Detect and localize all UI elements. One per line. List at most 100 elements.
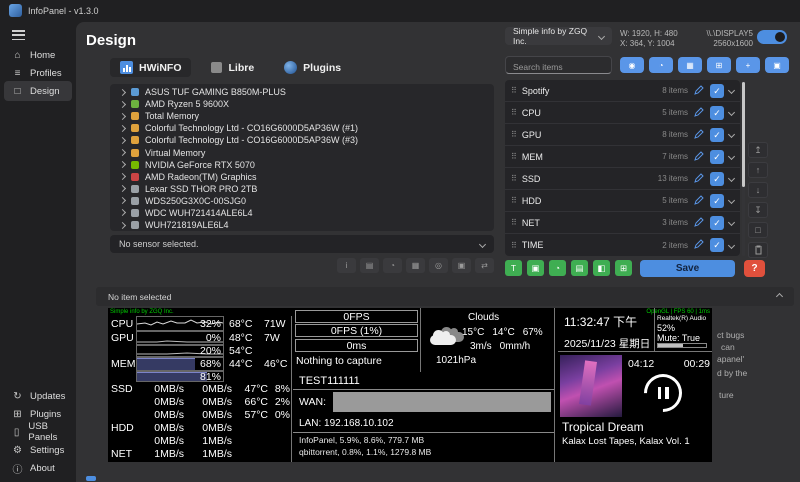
duplicate-button[interactable]: □	[748, 222, 768, 238]
visible-checkbox[interactable]: ✓	[710, 216, 724, 230]
chevron-down-icon[interactable]	[728, 175, 735, 182]
add-item-button[interactable]: ⊞	[707, 57, 731, 73]
move-button[interactable]: +	[736, 57, 760, 73]
drag-handle-icon[interactable]: ⠿	[511, 241, 517, 250]
add-text-button[interactable]: T	[505, 260, 522, 276]
sidebar-item-usb-panels[interactable]: ▯ USB Panels	[4, 422, 72, 442]
save-button[interactable]: Save	[640, 260, 735, 277]
drag-handle-icon[interactable]: ⠿	[511, 86, 517, 95]
horizontal-scrollbar[interactable]	[86, 476, 96, 481]
tree-row[interactable]: Virtual Memory	[110, 146, 494, 158]
chevron-down-icon[interactable]	[728, 197, 735, 204]
display-toggle[interactable]	[757, 30, 787, 44]
add-table-button[interactable]: ▤	[571, 260, 588, 276]
drag-handle-icon[interactable]: ⠿	[511, 218, 517, 227]
drag-handle-icon[interactable]: ⠿	[511, 152, 517, 161]
groups-scrollbar[interactable]	[742, 82, 745, 187]
delete-button[interactable]	[748, 242, 768, 258]
tree-row[interactable]: Total Memory	[110, 110, 494, 122]
preview-button[interactable]: ◉	[620, 57, 644, 73]
chevron-down-icon	[598, 32, 605, 39]
edit-icon[interactable]	[693, 104, 705, 122]
add-grid-button[interactable]: ⊞	[615, 260, 632, 276]
panel-preview[interactable]: Simple info by ZGQ Inc. OpenGL | FPS 60 …	[108, 308, 712, 462]
visible-checkbox[interactable]: ✓	[710, 128, 724, 142]
group-row-spotify[interactable]: ⠿ Spotify 8 items ✓	[505, 80, 740, 102]
chevron-down-icon[interactable]	[728, 241, 735, 248]
move-up-button[interactable]: ↑	[748, 162, 768, 178]
drag-handle-icon[interactable]: ⠿	[511, 196, 517, 205]
group-row-time[interactable]: ⠿ TIME 2 items ✓	[505, 234, 740, 256]
chevron-down-icon[interactable]	[728, 87, 735, 94]
visible-checkbox[interactable]: ✓	[710, 106, 724, 120]
table-item-button[interactable]: ▤	[360, 258, 379, 273]
chevron-down-icon[interactable]	[728, 153, 735, 160]
group-row-ssd[interactable]: ⠿ SSD 13 items ✓	[505, 168, 740, 190]
chart-item-button[interactable]: ▦	[406, 258, 425, 273]
edit-icon[interactable]	[693, 214, 705, 232]
edit-icon[interactable]	[693, 148, 705, 166]
donut-item-button[interactable]: ◎	[429, 258, 448, 273]
chevron-down-icon[interactable]	[728, 219, 735, 226]
tree-row[interactable]: WUH721819ALE6L4	[110, 219, 494, 231]
swap-item-button[interactable]: ⇄	[475, 258, 494, 273]
edit-icon[interactable]	[693, 126, 705, 144]
hamburger-menu-icon[interactable]	[12, 30, 25, 40]
sidebar-item-settings[interactable]: ⚙ Settings	[4, 440, 72, 460]
sidebar-item-about[interactable]: ⓘ About	[4, 458, 72, 478]
group-row-net[interactable]: ⠿ NET 3 items ✓	[505, 212, 740, 234]
help-button[interactable]: ?	[744, 260, 765, 277]
text-item-button[interactable]: i	[337, 258, 356, 273]
edit-icon[interactable]	[693, 236, 705, 254]
visible-checkbox[interactable]: ✓	[710, 150, 724, 164]
move-down-button[interactable]: ↓	[748, 182, 768, 198]
visible-checkbox[interactable]: ✓	[710, 84, 724, 98]
clock-button[interactable]: ◔	[649, 57, 673, 73]
tab-libre[interactable]: Libre	[201, 58, 264, 77]
chevron-down-icon[interactable]	[728, 131, 735, 138]
move-to-top-button[interactable]: ↥	[748, 142, 768, 158]
group-row-gpu[interactable]: ⠿ GPU 8 items ✓	[505, 124, 740, 146]
chevron-down-icon[interactable]	[728, 109, 735, 116]
edit-icon[interactable]	[693, 170, 705, 188]
gauge-item-button[interactable]: ◔	[383, 258, 402, 273]
search-input[interactable]	[506, 59, 611, 75]
drag-handle-icon[interactable]: ⠿	[511, 174, 517, 183]
visible-checkbox[interactable]: ✓	[710, 172, 724, 186]
tab-hwinfo[interactable]: HWiNFO	[110, 58, 191, 77]
add-clock-button[interactable]: ◔	[549, 260, 566, 276]
tree-row[interactable]: AMD Radeon(TM) Graphics	[110, 171, 494, 183]
selection-bar[interactable]: No item selected	[96, 287, 794, 306]
move-to-bottom-button[interactable]: ↧	[748, 202, 768, 218]
sidebar-item-updates[interactable]: ↻ Updates	[4, 386, 72, 406]
tree-row[interactable]: WDC WUH721414ALE6L4	[110, 207, 494, 219]
tree-row[interactable]: WDS250G3X0C-00SJG0	[110, 195, 494, 207]
collapse-chevron-icon[interactable]	[776, 293, 783, 300]
sidebar-item-home[interactable]: ⌂ Home	[4, 45, 72, 65]
group-row-mem[interactable]: ⠿ MEM 7 items ✓	[505, 146, 740, 168]
tree-row[interactable]: Lexar SSD THOR PRO 2TB	[110, 183, 494, 195]
add-shape-button[interactable]: ◧	[593, 260, 610, 276]
add-image-button[interactable]: ▣	[527, 260, 544, 276]
tree-row[interactable]: AMD Ryzen 5 9600X	[110, 98, 494, 110]
profile-dropdown[interactable]: Simple info by ZGQ Inc.	[505, 27, 612, 45]
tree-row[interactable]: Colorful Technology Ltd - CO16G6000D5AP3…	[110, 122, 494, 134]
edit-icon[interactable]	[693, 192, 705, 210]
visible-checkbox[interactable]: ✓	[710, 194, 724, 208]
export-button[interactable]: ▣	[765, 57, 789, 73]
sidebar-item-profiles[interactable]: ≡ Profiles	[4, 63, 72, 83]
group-row-cpu[interactable]: ⠿ CPU 5 items ✓	[505, 102, 740, 124]
tab-plugins[interactable]: Plugins	[274, 58, 351, 77]
image-item-button[interactable]: ▣	[452, 258, 471, 273]
tree-row[interactable]: NVIDIA GeForce RTX 5070	[110, 159, 494, 171]
edit-icon[interactable]	[693, 82, 705, 100]
drag-handle-icon[interactable]: ⠿	[511, 108, 517, 117]
sidebar-item-design[interactable]: □ Design	[4, 81, 72, 101]
grid-button[interactable]: ▦	[678, 57, 702, 73]
sensor-select-dropdown[interactable]: No sensor selected.	[110, 235, 494, 253]
group-row-hdd[interactable]: ⠿ HDD 5 items ✓	[505, 190, 740, 212]
drag-handle-icon[interactable]: ⠿	[511, 130, 517, 139]
visible-checkbox[interactable]: ✓	[710, 238, 724, 252]
tree-row[interactable]: ASUS TUF GAMING B850M-PLUS	[110, 86, 494, 98]
tree-row[interactable]: Colorful Technology Ltd - CO16G6000D5AP3…	[110, 134, 494, 146]
